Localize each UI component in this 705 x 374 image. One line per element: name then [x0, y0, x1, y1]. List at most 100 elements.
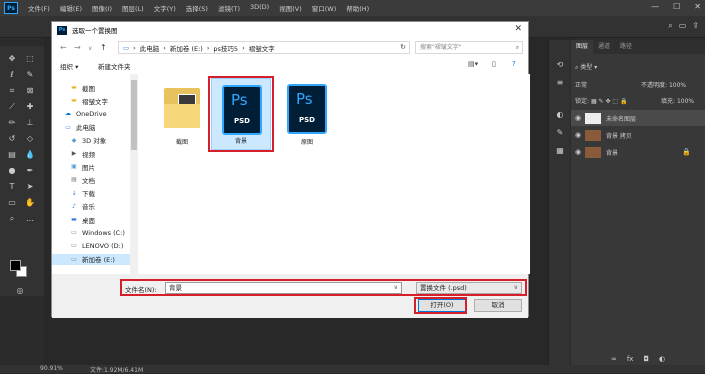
fill-control[interactable]: 填充: 100% [661, 96, 694, 105]
menu-item[interactable]: 窗口(W) [312, 3, 337, 13]
history-brush-icon[interactable]: ↺ [6, 134, 18, 144]
close-icon[interactable]: ✕ [694, 2, 701, 11]
marquee-tool-icon[interactable]: ⬚ [24, 54, 36, 64]
recent-chevron-icon[interactable]: ∨ [88, 45, 92, 52]
eraser-tool-icon[interactable]: ◇ [24, 134, 36, 144]
search-icon[interactable]: ⌕ [668, 21, 672, 31]
visibility-eye-icon[interactable]: ◉ [571, 131, 585, 139]
breadcrumb[interactable]: ▭ › 此电脑 › 新加卷 (E:) › ps技巧5 › 褶皱文字 ↻ [118, 41, 410, 54]
nav-item[interactable]: ◆ 3D 对象 [52, 135, 130, 146]
folder-item[interactable]: 截图 [152, 78, 212, 150]
nav-item[interactable]: ▭ Windows (C:) [52, 227, 130, 238]
blend-mode-select[interactable]: 正常 [575, 80, 587, 89]
layer-filter[interactable]: ⌕ 类型 ▾ [575, 62, 597, 72]
breadcrumb-item[interactable]: 新加卷 (E:) [170, 43, 203, 53]
maximize-icon[interactable]: ☐ [673, 2, 680, 11]
nav-item[interactable]: ▭ 新加卷 (E:) [52, 253, 130, 265]
fx-icon[interactable]: fx [627, 355, 634, 363]
minimize-icon[interactable]: — [651, 2, 659, 11]
gradient-tool-icon[interactable]: ▤ [6, 150, 18, 160]
healing-brush-icon[interactable]: ✚ [24, 102, 36, 112]
view-options-icon[interactable]: ▤▾ [468, 60, 478, 68]
opacity-control[interactable]: 不透明度: 100% [641, 80, 686, 89]
link-icon[interactable]: ∞ [611, 355, 617, 363]
menu-item[interactable]: 选择(S) [186, 3, 208, 13]
adjustments-icon[interactable]: ◐ [554, 110, 566, 120]
breadcrumb-item[interactable]: ps技巧5 [213, 43, 238, 53]
nav-item[interactable]: ▤ 文档 [52, 174, 130, 185]
quick-select-icon[interactable]: ✎ [24, 70, 36, 80]
scrollbar-thumb[interactable] [131, 80, 137, 150]
move-tool-icon[interactable]: ✥ [6, 54, 18, 64]
layer-row[interactable]: ◉ 背景 拷贝 [571, 127, 705, 143]
crop-tool-icon[interactable]: ⌗ [6, 86, 18, 96]
nav-item[interactable]: ▬ 截图 [52, 82, 130, 93]
workspace-icon[interactable]: ▭ [679, 21, 687, 31]
menu-item[interactable]: 文件(F) [28, 3, 50, 13]
stamp-tool-icon[interactable]: ⊥ [24, 118, 36, 128]
more-tools-icon[interactable]: … [24, 214, 36, 224]
menu-item[interactable]: 帮助(H) [346, 3, 369, 13]
nav-item[interactable]: ▣ 图片 [52, 161, 130, 172]
frame-tool-icon[interactable]: ⊠ [24, 86, 36, 96]
cancel-button[interactable]: 取消 [474, 299, 522, 312]
share-icon[interactable]: ⇪ [692, 21, 699, 31]
psd-file-item[interactable]: Ps PSD 原图 [277, 78, 337, 150]
organize-button[interactable]: 组织 ▾ [60, 61, 78, 71]
properties-icon[interactable]: ≡ [554, 78, 566, 88]
dodge-tool-icon[interactable]: ● [6, 166, 18, 176]
brush-tool-icon[interactable]: ✏ [6, 118, 18, 128]
foreground-color-swatch[interactable] [10, 260, 21, 271]
hand-tool-icon[interactable]: ✋ [24, 198, 36, 208]
nav-item[interactable]: ☁ OneDrive [52, 108, 130, 119]
lasso-tool-icon[interactable]: ℓ [6, 70, 18, 80]
quick-mask-icon[interactable]: ◎ [14, 286, 26, 296]
nav-item[interactable]: ▶ 视频 [52, 148, 130, 159]
color-icon[interactable]: ▦ [554, 146, 566, 156]
shape-tool-icon[interactable]: ▭ [6, 198, 18, 208]
nav-item[interactable]: ▭ 此电脑 [52, 122, 130, 133]
forward-arrow-icon[interactable]: → [74, 43, 81, 52]
history-icon[interactable]: ⟲ [554, 60, 566, 70]
menu-item[interactable]: 编辑(E) [60, 3, 82, 13]
back-arrow-icon[interactable]: ← [60, 43, 67, 52]
blur-tool-icon[interactable]: 💧 [24, 150, 36, 160]
close-icon[interactable]: ✕ [514, 24, 522, 34]
menu-item[interactable]: 视图(V) [279, 3, 302, 13]
menu-item[interactable]: 文字(Y) [154, 3, 176, 13]
layer-row[interactable]: ◉ 未命名图层 [571, 110, 705, 126]
refresh-icon[interactable]: ↻ [400, 43, 406, 51]
new-folder-button[interactable]: 新建文件夹 [98, 61, 131, 71]
help-icon[interactable]: ? [512, 60, 516, 68]
layer-row[interactable]: ◉ 背景 🔒 [571, 144, 705, 160]
tab-channels[interactable]: 通道 [593, 40, 615, 54]
layer-name: 未命名图层 [606, 115, 637, 123]
menu-item[interactable]: 图像(I) [92, 3, 112, 13]
menu-item[interactable]: 滤镜(T) [218, 3, 240, 13]
menu-item[interactable]: 图层(L) [122, 3, 144, 13]
nav-item[interactable]: ▭ LENOVO (D:) [52, 240, 130, 251]
nav-item[interactable]: ↓ 下载 [52, 188, 130, 199]
zoom-tool-icon[interactable]: ⌕ [6, 214, 18, 224]
nav-item[interactable]: ▬ 桌面 [52, 214, 130, 225]
path-select-icon[interactable]: ➤ [24, 182, 36, 192]
search-input[interactable]: 搜索"褶皱文字" ⌕ [415, 41, 523, 54]
mask-icon[interactable]: ◘ [643, 355, 649, 363]
menu-item[interactable]: 3D(D) [250, 3, 269, 13]
nav-item[interactable]: ▬ 褶皱文字 [52, 95, 130, 106]
breadcrumb-item[interactable]: 此电脑 [140, 43, 160, 53]
pen-tool-icon[interactable]: ✒ [24, 166, 36, 176]
up-arrow-icon[interactable]: ↑ [100, 43, 107, 52]
brushes-icon[interactable]: ✎ [554, 128, 566, 138]
type-tool-icon[interactable]: T [6, 182, 18, 192]
nav-scrollbar[interactable] [130, 74, 138, 274]
tab-paths[interactable]: 路径 [615, 40, 637, 54]
visibility-eye-icon[interactable]: ◉ [571, 114, 585, 122]
adjustment-layer-icon[interactable]: ◐ [659, 355, 665, 363]
visibility-eye-icon[interactable]: ◉ [571, 148, 585, 156]
eyedropper-icon[interactable]: ⟋ [6, 102, 18, 112]
nav-item[interactable]: ♪ 音乐 [52, 201, 130, 212]
breadcrumb-item[interactable]: 褶皱文字 [249, 43, 275, 53]
preview-pane-icon[interactable]: ▯ [492, 60, 496, 68]
tab-layers[interactable]: 图层 [571, 40, 594, 54]
